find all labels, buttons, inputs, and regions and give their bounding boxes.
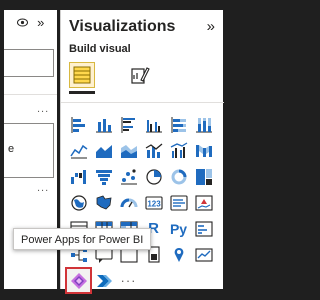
visual-row: 123 bbox=[67, 191, 217, 214]
100-stacked-bar-chart-icon[interactable] bbox=[167, 113, 190, 136]
kpi-icon[interactable] bbox=[192, 191, 215, 214]
scatter-chart-icon[interactable] bbox=[117, 165, 140, 188]
visual-row bbox=[67, 139, 217, 162]
map-icon[interactable] bbox=[67, 191, 90, 214]
100-stacked-column-chart-icon[interactable] bbox=[192, 113, 215, 136]
chevron-double-right-icon[interactable]: » bbox=[207, 18, 215, 35]
visual-row: ··· bbox=[65, 267, 217, 294]
divider bbox=[61, 102, 224, 103]
treemap-icon[interactable] bbox=[192, 165, 215, 188]
multi-row-card-icon[interactable] bbox=[167, 191, 190, 214]
card-icon[interactable]: 123 bbox=[142, 191, 165, 214]
gauge-icon[interactable] bbox=[117, 191, 140, 214]
format-visual-icon bbox=[131, 67, 150, 84]
python-visual-icon[interactable]: Py bbox=[167, 217, 190, 240]
fields-well-icon bbox=[73, 66, 91, 84]
build-visual-label: Build visual bbox=[69, 43, 131, 55]
svg-text:123: 123 bbox=[147, 199, 161, 208]
visual-row bbox=[67, 165, 217, 188]
eye-icon[interactable] bbox=[17, 18, 28, 30]
format-tab[interactable] bbox=[127, 62, 153, 88]
line-and-stacked-column-chart-icon[interactable] bbox=[142, 139, 165, 162]
chevron-double-right-icon[interactable]: » bbox=[37, 15, 44, 30]
build-tabs bbox=[67, 62, 217, 98]
line-chart-icon[interactable] bbox=[67, 139, 90, 162]
ribbon-chart-icon[interactable] bbox=[192, 139, 215, 162]
power-apps-icon[interactable] bbox=[65, 267, 92, 294]
tooltip: Power Apps for Power BI bbox=[13, 228, 152, 250]
more-visuals-label: ··· bbox=[120, 273, 137, 288]
pie-chart-icon[interactable] bbox=[142, 165, 165, 188]
area-chart-icon[interactable] bbox=[92, 139, 115, 162]
more-visuals-button[interactable]: ··· bbox=[117, 269, 140, 292]
clustered-bar-chart-icon[interactable] bbox=[117, 113, 140, 136]
filter-card[interactable]: e bbox=[4, 123, 54, 178]
pane-title: Visualizations bbox=[69, 18, 176, 35]
filters-pane-header: » bbox=[17, 15, 50, 30]
funnel-chart-icon[interactable] bbox=[92, 165, 115, 188]
azure-map-icon[interactable] bbox=[167, 243, 190, 266]
donut-chart-icon[interactable] bbox=[167, 165, 190, 188]
py-label: Py bbox=[169, 220, 188, 237]
clustered-column-chart-icon[interactable] bbox=[142, 113, 165, 136]
app-frame: » ... e ... Visualizations » Build visua… bbox=[0, 0, 243, 300]
active-tab-indicator bbox=[69, 91, 95, 94]
waterfall-chart-icon[interactable] bbox=[67, 165, 90, 188]
line-and-clustered-column-chart-icon[interactable] bbox=[167, 139, 190, 162]
fields-tab[interactable] bbox=[69, 62, 95, 88]
more-options-button[interactable]: ... bbox=[37, 182, 49, 194]
more-options-button[interactable]: ... bbox=[37, 103, 49, 115]
power-automate-icon[interactable] bbox=[92, 269, 115, 292]
visual-row bbox=[67, 113, 217, 136]
stacked-area-chart-icon[interactable] bbox=[117, 139, 140, 162]
stacked-bar-chart-icon[interactable] bbox=[67, 113, 90, 136]
key-influencers-icon[interactable] bbox=[192, 217, 215, 240]
filled-map-icon[interactable] bbox=[92, 191, 115, 214]
visual-types-grid: 123 R Py ··· bbox=[65, 113, 217, 295]
filter-card-text: e bbox=[8, 143, 15, 155]
metrics-icon[interactable] bbox=[192, 243, 215, 266]
divider bbox=[4, 94, 57, 95]
stacked-column-chart-icon[interactable] bbox=[92, 113, 115, 136]
filter-card[interactable] bbox=[4, 49, 54, 77]
